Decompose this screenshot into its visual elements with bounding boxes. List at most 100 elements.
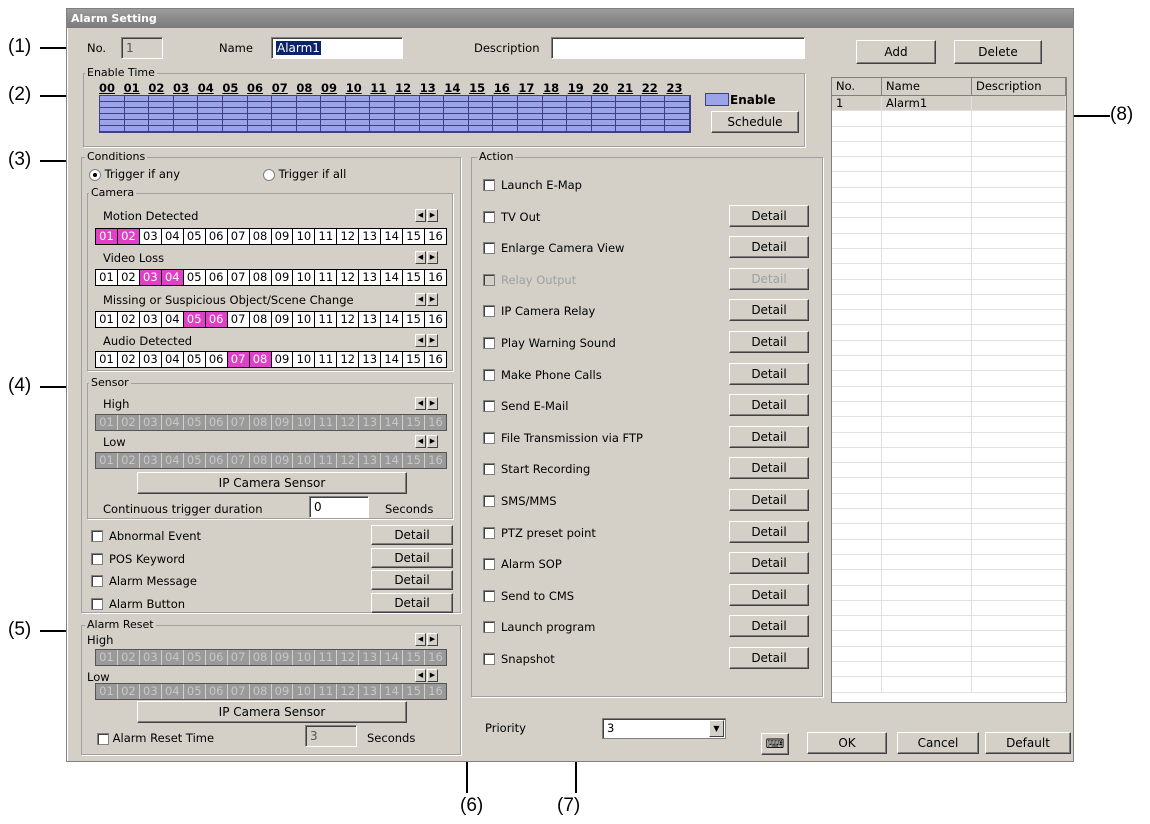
table-row[interactable]	[832, 401, 1066, 418]
table-row[interactable]	[832, 172, 1066, 188]
channel-08[interactable]: 08	[250, 650, 272, 665]
channel-11[interactable]: 11	[315, 270, 338, 285]
action-checkbox[interactable]	[483, 336, 495, 349]
arrow-left-icon[interactable]: ◀	[415, 293, 426, 306]
channel-15[interactable]: 15	[403, 229, 426, 244]
action-checkbox[interactable]	[483, 621, 495, 634]
table-row[interactable]	[832, 126, 1066, 142]
arrow-right-icon[interactable]: ▶	[427, 435, 438, 448]
trigger-all-option[interactable]: Trigger if all	[263, 167, 346, 181]
missing-arrows[interactable]: ◀ ▶	[415, 293, 438, 306]
event-checkbox[interactable]	[91, 552, 103, 565]
channel-16[interactable]: 16	[425, 650, 446, 665]
action-checkbox[interactable]	[483, 652, 495, 665]
action-detail-button[interactable]: Detail	[729, 299, 809, 322]
channel-13[interactable]: 13	[359, 650, 382, 665]
action-checkbox[interactable]	[483, 242, 495, 255]
channel-01[interactable]: 01	[96, 684, 118, 699]
channel-08[interactable]: 08	[250, 270, 272, 285]
motion-arrows[interactable]: ◀ ▶	[415, 209, 438, 222]
channel-15[interactable]: 15	[403, 270, 426, 285]
delete-button[interactable]: Delete	[954, 40, 1042, 64]
channel-13[interactable]: 13	[359, 415, 382, 430]
channel-05[interactable]: 05	[184, 684, 206, 699]
time-cell[interactable]	[321, 126, 346, 132]
action-checkbox[interactable]	[483, 463, 495, 476]
channel-16[interactable]: 16	[425, 229, 446, 244]
table-row[interactable]	[832, 616, 1066, 632]
channel-04[interactable]: 04	[162, 229, 184, 244]
table-row[interactable]	[832, 554, 1066, 571]
table-row[interactable]	[832, 218, 1066, 234]
table-row[interactable]	[832, 524, 1066, 540]
channel-03[interactable]: 03	[140, 229, 162, 244]
channel-15[interactable]: 15	[403, 352, 426, 367]
channel-03[interactable]: 03	[140, 352, 162, 367]
channel-03[interactable]: 03	[140, 453, 162, 468]
arrow-right-icon[interactable]: ▶	[427, 251, 438, 264]
channel-04[interactable]: 04	[162, 415, 184, 430]
action-detail-button[interactable]: Detail	[729, 488, 809, 511]
table-row[interactable]	[832, 463, 1066, 479]
col-description[interactable]: Description	[972, 78, 1066, 95]
action-detail-button[interactable]: Detail	[729, 330, 809, 353]
table-row[interactable]	[832, 294, 1066, 311]
channel-06[interactable]: 06	[206, 270, 228, 285]
table-row[interactable]	[832, 432, 1066, 448]
action-checkbox[interactable]	[483, 558, 495, 571]
event-detail-button[interactable]: Detail	[371, 592, 453, 613]
time-cell[interactable]	[468, 126, 494, 132]
action-checkbox[interactable]	[483, 494, 495, 507]
channel-09[interactable]: 09	[272, 352, 294, 367]
sensor-low-arrows[interactable]: ◀ ▶	[415, 435, 438, 448]
add-button[interactable]: Add	[856, 40, 936, 64]
time-cell[interactable]	[272, 126, 297, 132]
channel-12[interactable]: 12	[337, 453, 360, 468]
time-cell[interactable]	[198, 126, 223, 132]
channel-05[interactable]: 05	[184, 352, 206, 367]
enable-time-grid[interactable]	[99, 95, 691, 133]
action-checkbox[interactable]	[483, 368, 495, 381]
table-row[interactable]	[832, 248, 1066, 265]
channel-04[interactable]: 04	[162, 453, 184, 468]
event-checkbox[interactable]	[91, 597, 103, 610]
channel-11[interactable]: 11	[315, 684, 338, 699]
channel-14[interactable]: 14	[381, 312, 404, 327]
channel-13[interactable]: 13	[359, 453, 382, 468]
channel-07[interactable]: 07	[228, 684, 250, 699]
channel-10[interactable]: 10	[293, 312, 316, 327]
time-cell[interactable]	[247, 126, 273, 132]
table-row[interactable]	[832, 386, 1066, 402]
table-row[interactable]	[832, 447, 1066, 464]
table-row[interactable]: 1 Alarm1	[832, 96, 1066, 112]
channel-01[interactable]: 01	[96, 352, 118, 367]
channel-13[interactable]: 13	[359, 229, 382, 244]
table-row[interactable]	[832, 340, 1066, 357]
schedule-button[interactable]: Schedule	[711, 111, 799, 133]
channel-08[interactable]: 08	[249, 352, 272, 367]
table-row[interactable]	[832, 417, 1066, 433]
table-row[interactable]	[832, 600, 1066, 617]
channel-09[interactable]: 09	[272, 270, 294, 285]
channel-14[interactable]: 14	[381, 650, 404, 665]
channel-13[interactable]: 13	[359, 352, 382, 367]
channel-12[interactable]: 12	[337, 650, 360, 665]
audio-detected-channels[interactable]: 01 02 03 04 05 06 07 08 09 10 11 12 13 14 15 16	[95, 351, 447, 368]
time-cell[interactable]	[616, 126, 641, 132]
arrow-right-icon[interactable]: ▶	[427, 633, 438, 646]
table-row[interactable]	[832, 539, 1066, 555]
channel-12[interactable]: 12	[337, 270, 360, 285]
channel-16[interactable]: 16	[425, 270, 446, 285]
channel-06[interactable]: 06	[206, 453, 228, 468]
arrow-left-icon[interactable]: ◀	[415, 435, 426, 448]
reset-ip-camera-sensor-button[interactable]: IP Camera Sensor	[137, 701, 407, 723]
channel-11[interactable]: 11	[315, 650, 338, 665]
channel-05[interactable]: 05	[184, 415, 206, 430]
channel-14[interactable]: 14	[381, 270, 404, 285]
channel-15[interactable]: 15	[403, 312, 426, 327]
time-cell[interactable]	[542, 126, 568, 132]
channel-11[interactable]: 11	[315, 352, 338, 367]
action-detail-button[interactable]: Detail	[729, 267, 809, 290]
channel-14[interactable]: 14	[381, 415, 404, 430]
channel-09[interactable]: 09	[272, 415, 294, 430]
